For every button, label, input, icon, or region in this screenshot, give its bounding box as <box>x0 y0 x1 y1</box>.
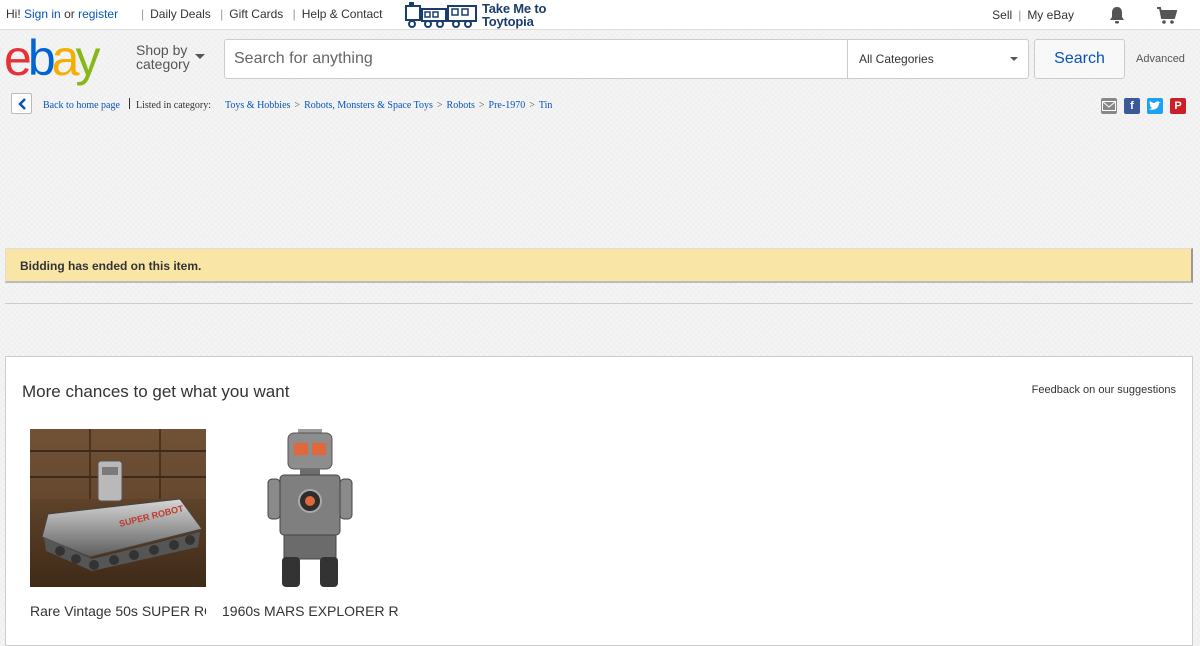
search-input[interactable] <box>225 40 845 78</box>
breadcrumb-tin[interactable]: Tin <box>539 100 553 111</box>
category-path: Toys & Hobbies > Robots, Monsters & Space … <box>225 100 553 111</box>
feedback-link[interactable]: Feedback on our suggestions <box>1032 384 1176 396</box>
shop-by-category[interactable]: Shop by category <box>136 42 205 72</box>
category-select[interactable]: All Categories <box>847 40 1028 78</box>
shop-by-label: Shop by <box>136 42 188 58</box>
bidding-ended-banner: Bidding has ended on this item. <box>5 248 1193 283</box>
toytopia-text: Take Me to Toytopia <box>482 2 546 28</box>
daily-deals-link[interactable]: Daily Deals <box>150 7 211 21</box>
breadcrumb-robots[interactable]: Robots <box>447 100 475 111</box>
greeting: Hi! Sign in or register <box>6 7 118 21</box>
ebay-logo[interactable]: ebay <box>4 30 124 91</box>
top-nav-bar: Hi! Sign in or register | Daily Deals | Gi… <box>0 0 1200 30</box>
facebook-icon[interactable]: f <box>1124 98 1140 114</box>
suggestions-panel: More chances to get what you want Feedba… <box>5 356 1193 646</box>
super-robot-tank-image[interactable]: SUPER ROBOT <box>30 429 206 587</box>
top-nav-links: | Daily Deals | Gift Cards | Help & Contact <box>141 7 383 21</box>
suggestion-title-2[interactable]: 1960s MARS EXPLORER ROBOT by Horikawa <box>222 603 398 620</box>
breadcrumb-pre-1970[interactable]: Pre-1970 <box>489 100 526 111</box>
email-icon[interactable] <box>1101 98 1117 114</box>
bidding-ended-message: Bidding has ended on this item. <box>20 259 202 273</box>
register-link[interactable]: register <box>78 7 118 21</box>
back-button[interactable] <box>11 93 32 114</box>
my-ebay-link[interactable]: My eBay <box>1027 8 1074 22</box>
suggestion-card[interactable]: 1960s MARS EXPLORER ROBOT by Horikawa <box>222 429 402 620</box>
toytopia-line2: Toytopia <box>482 14 534 29</box>
svg-text:ebay: ebay <box>4 34 100 86</box>
breadcrumb: Back to home page Listed in category: To… <box>0 93 1200 119</box>
pinterest-icon[interactable]: P <box>1170 98 1186 114</box>
sign-in-link[interactable]: Sign in <box>24 7 61 21</box>
top-nav-right: Sell | My eBay <box>992 0 1178 30</box>
toy-train-icon <box>405 2 477 28</box>
chevron-left-icon <box>18 98 26 110</box>
mars-explorer-robot-image[interactable] <box>222 429 398 587</box>
chevron-down-icon <box>195 54 205 59</box>
divider <box>5 303 1193 304</box>
twitter-icon[interactable] <box>1147 98 1163 114</box>
bell-icon[interactable] <box>1108 5 1128 25</box>
breadcrumb-toys-hobbies[interactable]: Toys & Hobbies <box>225 100 290 111</box>
back-to-home-link[interactable]: Back to home page <box>43 100 120 111</box>
suggestions-title: More chances to get what you want <box>22 382 290 401</box>
suggestion-title-1[interactable]: Rare Vintage 50s SUPER ROBOT Tin Space T… <box>30 603 206 620</box>
search-button[interactable]: Search <box>1034 39 1125 79</box>
sell-link[interactable]: Sell <box>992 8 1012 22</box>
dropdown-caret-icon <box>1010 57 1018 61</box>
gift-cards-link[interactable]: Gift Cards <box>229 7 283 21</box>
search-bar: All Categories <box>224 39 1029 79</box>
share-icons: f P <box>1101 98 1186 114</box>
category-label: category <box>136 56 190 72</box>
greeting-or: or <box>64 7 75 21</box>
listed-in-label: Listed in category: <box>136 100 211 111</box>
advanced-search-link[interactable]: Advanced <box>1136 53 1185 65</box>
breadcrumb-robots-monsters-space-toys[interactable]: Robots, Monsters & Space Toys <box>304 100 433 111</box>
help-contact-link[interactable]: Help & Contact <box>302 7 383 21</box>
greeting-prefix: Hi! <box>6 7 21 21</box>
header: ebay Shop by category All Categories Sea… <box>0 30 1200 88</box>
cart-icon[interactable] <box>1156 5 1178 25</box>
toytopia-promo[interactable]: Take Me to Toytopia <box>404 0 546 30</box>
suggestion-card[interactable]: SUPER ROBOT Rare Vintage 50s SUPER ROBOT… <box>30 429 210 620</box>
category-select-value: All Categories <box>859 52 934 66</box>
